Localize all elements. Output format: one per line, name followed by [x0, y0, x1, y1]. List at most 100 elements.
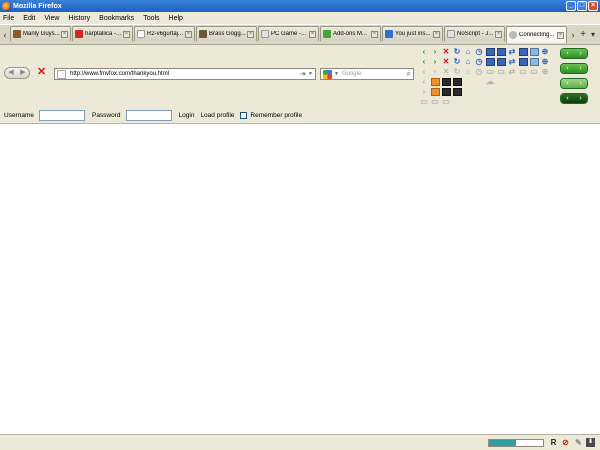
noscript-icon[interactable]: ⊘ — [561, 438, 570, 447]
stop-icon[interactable]: ✕ — [441, 47, 451, 56]
home-icon[interactable]: ⌂ — [463, 57, 473, 66]
url-bar[interactable]: http://www.fmvfox.com/thankyou.html ➜ ▼ — [54, 68, 316, 80]
tab-close-icon[interactable]: × — [309, 30, 316, 38]
green-back-forward-button[interactable]: ‹ › — [560, 93, 588, 104]
tab[interactable]: R2-v6gurtaj... × — [134, 26, 195, 41]
nav-forward-icon[interactable]: › — [430, 57, 440, 66]
menu-tools[interactable]: Tools — [143, 15, 159, 22]
chevron-left-icon[interactable]: ‹ — [561, 49, 574, 58]
tab[interactable]: NoScript - J... × — [444, 26, 505, 41]
chevron-right-icon[interactable]: › — [574, 49, 587, 58]
menu-history[interactable]: History — [68, 15, 90, 22]
window-icon[interactable] — [486, 58, 495, 66]
url-text[interactable]: http://www.fmvfox.com/thankyou.html — [70, 71, 300, 77]
tab-close-icon[interactable]: × — [433, 30, 440, 38]
tab[interactable]: PC Game -... × — [258, 26, 319, 41]
menu-view[interactable]: View — [44, 15, 59, 22]
tab-close-icon[interactable]: × — [495, 30, 502, 38]
tab-close-icon[interactable]: × — [61, 30, 68, 38]
password-input[interactable] — [125, 109, 172, 121]
clock-icon[interactable]: ◷ — [474, 47, 484, 56]
url-dropdown-icon[interactable]: ▼ — [308, 71, 313, 77]
tab[interactable]: Brass Gogg... × — [196, 26, 257, 41]
reload-icon[interactable]: ↻ — [452, 47, 462, 56]
search-engine-dropdown-icon[interactable]: ▼ — [334, 71, 339, 77]
google-engine-icon[interactable] — [323, 69, 332, 79]
close-window-button[interactable]: × — [588, 1, 598, 11]
remember-profile-checkbox[interactable] — [240, 111, 248, 119]
rss-icon[interactable] — [431, 78, 440, 86]
tab[interactable]: You just ins... × — [382, 26, 443, 41]
stop-button[interactable]: ✕ — [37, 67, 46, 78]
username-input[interactable] — [38, 109, 85, 121]
menu-edit[interactable]: Edit — [23, 15, 35, 22]
nav-back-icon[interactable]: ‹ — [419, 57, 429, 66]
search-icon[interactable]: ⌕ — [407, 69, 411, 79]
tab-close-icon[interactable]: × — [123, 30, 130, 38]
page-content[interactable] — [0, 125, 600, 434]
tab-icon[interactable] — [497, 48, 506, 56]
tab-close-icon[interactable]: × — [557, 31, 564, 39]
tab-scroll-right-button[interactable]: › — [568, 27, 578, 43]
rss-icon[interactable] — [431, 88, 440, 96]
stop-icon[interactable]: ✕ — [441, 57, 451, 66]
share-icon[interactable]: ⇄ — [507, 47, 517, 56]
menu-help[interactable]: Help — [169, 15, 183, 22]
tab-scroll-left-button[interactable]: ‹ — [0, 27, 10, 43]
new-tab-button[interactable]: + — [578, 29, 588, 40]
maximize-button[interactable]: □ — [577, 1, 587, 11]
nav-back-icon[interactable]: ‹ — [419, 47, 429, 56]
green-back-forward-button[interactable]: ‹ › — [560, 63, 588, 74]
nav-forward-disabled-icon: › — [433, 67, 437, 76]
tab-close-icon[interactable]: × — [185, 30, 192, 38]
menu-file[interactable]: File — [3, 15, 14, 22]
page-icon[interactable] — [530, 58, 539, 66]
green-back-forward-button[interactable]: ‹ › — [560, 78, 588, 89]
console-icon[interactable] — [453, 78, 462, 86]
pin-icon[interactable]: ✎ — [574, 438, 583, 447]
console-icon[interactable] — [442, 78, 451, 86]
download-icon[interactable]: ⬇ — [586, 438, 595, 447]
search-bar[interactable]: ▼ Google ⌕ — [320, 68, 414, 80]
network-icon[interactable]: ⊕ — [540, 47, 550, 56]
tab-list-dropdown-icon[interactable]: ▾ — [588, 30, 598, 39]
share-icon[interactable]: ⇄ — [507, 57, 517, 66]
load-profile-button[interactable]: Load profile — [200, 112, 234, 119]
forward-button[interactable]: ▶ — [17, 68, 29, 78]
chevron-right-icon[interactable]: › — [574, 64, 587, 73]
chevron-right-icon[interactable]: › — [574, 94, 587, 103]
tab-label: harptallica -... — [85, 31, 122, 37]
window-icon[interactable] — [486, 48, 495, 56]
login-button[interactable]: Login — [179, 112, 195, 119]
network-icon[interactable]: ⊕ — [540, 57, 550, 66]
clock-icon[interactable]: ◷ — [474, 57, 484, 66]
minimize-button[interactable]: _ — [566, 1, 576, 11]
green-back-forward-button[interactable]: ‹ › — [560, 48, 588, 59]
console-icon[interactable] — [453, 88, 462, 96]
chevron-left-icon[interactable]: ‹ — [561, 79, 574, 88]
tab[interactable]: Manly Guys... × — [10, 26, 71, 41]
tab-close-icon[interactable]: × — [371, 30, 378, 38]
page-icon[interactable] — [530, 48, 539, 56]
home-icon[interactable]: ⌂ — [463, 47, 473, 56]
tab[interactable]: Add-ons M... × — [320, 26, 381, 41]
search-input[interactable]: Google — [342, 71, 407, 77]
panel-icon[interactable] — [519, 48, 528, 56]
tab-active[interactable]: Connecting... × — [506, 26, 567, 43]
tab-icon[interactable] — [497, 58, 506, 66]
back-button[interactable]: ◀ — [5, 68, 17, 78]
panel-icon[interactable] — [519, 58, 528, 66]
console-icon[interactable] — [442, 88, 451, 96]
chevron-right-icon[interactable]: › — [574, 79, 587, 88]
menu-bookmarks[interactable]: Bookmarks — [99, 15, 134, 22]
r-extension-icon[interactable]: R — [549, 438, 558, 447]
nav-forward-icon[interactable]: › — [430, 47, 440, 56]
reload-icon[interactable]: ↻ — [452, 57, 462, 66]
chevron-left-icon[interactable]: ‹ — [561, 94, 574, 103]
tab-label: PC Game -... — [271, 31, 307, 37]
tab[interactable]: harptallica -... × — [72, 26, 133, 41]
tab-close-icon[interactable]: × — [247, 30, 254, 38]
chevron-left-icon[interactable]: ‹ — [561, 64, 574, 73]
go-arrow-icon[interactable]: ➜ — [300, 70, 306, 78]
